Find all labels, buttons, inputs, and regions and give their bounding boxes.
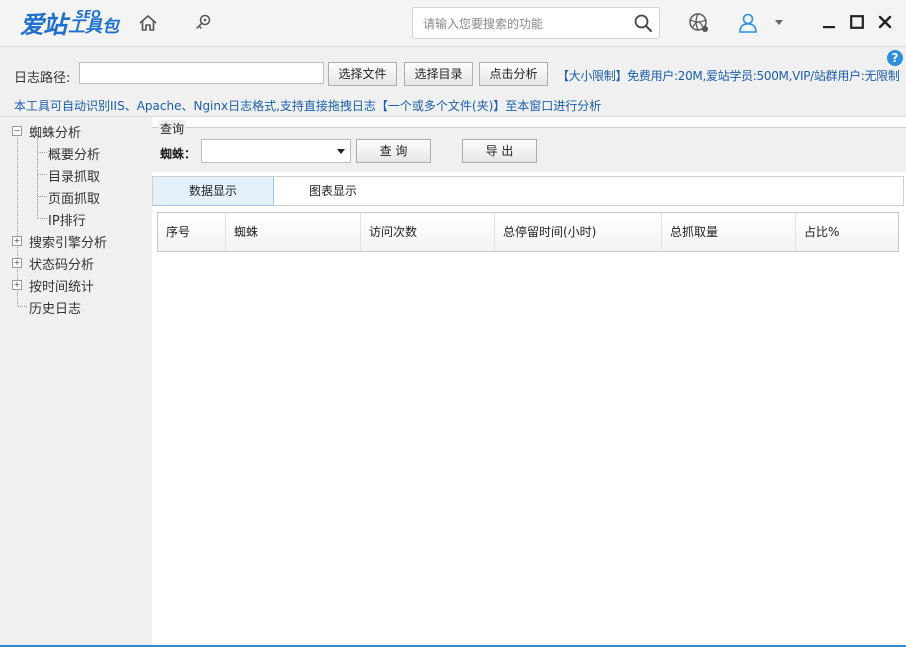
log-path-label: 日志路径: <box>14 71 71 86</box>
maximize-icon[interactable] <box>847 12 867 32</box>
column-header-total-stay-hours[interactable]: 总停留时间(小时) <box>495 213 662 251</box>
column-header-percentage[interactable]: 占比% <box>796 213 898 251</box>
dropdown-arrow-icon[interactable] <box>337 149 345 154</box>
column-header-visits[interactable]: 访问次数 <box>361 213 495 251</box>
query-group-title: 查询 <box>158 120 187 137</box>
tree-branch-line <box>38 152 47 153</box>
sidebar-item-time-statistics[interactable]: 按时间统计 <box>29 276 94 295</box>
user-menu-chevron-down-icon[interactable] <box>770 12 788 34</box>
title-bar: 爱站 工具包 SEO <box>0 0 906 47</box>
home-icon[interactable] <box>137 12 159 34</box>
tree-branch-line <box>38 174 47 175</box>
spider-data-table: 序号 蜘蛛 访问次数 总停留时间(小时) 总抓取量 占比% <box>157 212 899 252</box>
log-path-input[interactable] <box>79 62 324 84</box>
logo-seo-text: SEO <box>76 8 101 21</box>
sidebar-item-search-engine-analysis[interactable]: 搜索引擎分析 <box>29 232 107 251</box>
sidebar-item-spider-analysis[interactable]: 蜘蛛分析 <box>29 122 81 141</box>
sidebar-item-overview[interactable]: 概要分析 <box>48 144 100 163</box>
globe-settings-icon[interactable] <box>688 12 710 34</box>
tab-data-display[interactable]: 数据显示 <box>153 177 274 206</box>
supported-formats-notice: 本工具可自动识别IIS、Apache、Nginx日志格式,支持直接拖拽日志【一个… <box>14 99 602 113</box>
search-icon[interactable] <box>633 13 653 36</box>
app-logo: 爱站 工具包 SEO <box>20 6 119 40</box>
view-tabs: 数据显示 图表显示 <box>152 176 904 206</box>
spider-label: 蜘蛛： <box>160 147 197 161</box>
sidebar-item-status-code-analysis[interactable]: 状态码分析 <box>29 254 94 273</box>
minimize-icon[interactable] <box>819 12 839 32</box>
choose-file-button[interactable]: 选择文件 <box>328 62 397 86</box>
expand-icon[interactable]: + <box>12 258 22 268</box>
function-search-box[interactable] <box>412 7 660 39</box>
collapse-icon[interactable]: − <box>12 126 22 136</box>
logo-main-text: 爱站 <box>20 11 67 39</box>
tree-branch-line <box>18 306 27 307</box>
search-input[interactable] <box>421 14 625 34</box>
close-icon[interactable] <box>875 12 895 32</box>
column-header-total-crawl[interactable]: 总抓取量 <box>662 213 796 251</box>
expand-icon[interactable]: + <box>12 236 22 246</box>
column-header-spider[interactable]: 蜘蛛 <box>226 213 361 251</box>
tree-guide-line <box>37 138 38 218</box>
spider-select[interactable] <box>201 139 351 163</box>
column-header-index[interactable]: 序号 <box>158 213 226 251</box>
sidebar-item-page-crawl[interactable]: 页面抓取 <box>48 188 100 207</box>
user-icon[interactable] <box>737 12 759 34</box>
export-button[interactable]: 导 出 <box>462 139 537 163</box>
analyze-button[interactable]: 点击分析 <box>479 62 548 86</box>
choose-directory-button[interactable]: 选择目录 <box>404 62 473 86</box>
sidebar-item-history-log[interactable]: 历史日志 <box>29 298 81 317</box>
tree-branch-line <box>38 196 47 197</box>
sidebar-item-ip-ranking[interactable]: IP排行 <box>48 210 86 229</box>
sidebar-item-directory-crawl[interactable]: 目录抓取 <box>48 166 100 185</box>
expand-icon[interactable]: + <box>12 280 22 290</box>
query-button[interactable]: 查 询 <box>356 139 431 163</box>
feedback-icon[interactable] <box>192 12 214 34</box>
tab-chart-display[interactable]: 图表显示 <box>273 177 393 205</box>
tree-branch-line <box>38 218 47 219</box>
sidebar-tree: − 蜘蛛分析 概要分析 目录抓取 页面抓取 IP排行 + 搜索引擎分析 + 状态… <box>10 120 150 640</box>
size-limit-text: 【大小限制】免费用户:20M,爱站学员:500M,VIP/站群用户:无限制 <box>557 69 900 83</box>
